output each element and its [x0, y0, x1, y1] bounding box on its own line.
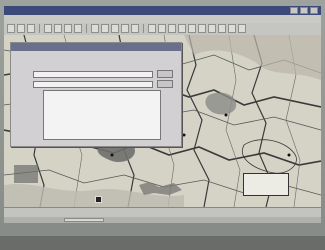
route-dialog	[10, 42, 182, 147]
scrollbar-thumb[interactable]	[64, 218, 104, 222]
toolbar-button[interactable]	[228, 24, 236, 33]
cancel-button[interactable]	[157, 80, 173, 88]
toolbar-button[interactable]	[44, 24, 52, 33]
to-field[interactable]	[33, 81, 153, 88]
toolbar-separator	[86, 24, 87, 33]
toolbar-button[interactable]	[238, 24, 246, 33]
maximize-button[interactable]	[300, 7, 308, 14]
taskbar	[0, 236, 325, 250]
toolbar-separator	[143, 24, 144, 33]
window-controls	[290, 7, 318, 14]
toolbar-button[interactable]	[188, 24, 196, 33]
menu-bar	[4, 15, 321, 23]
toolbar-button[interactable]	[131, 24, 139, 33]
from-field[interactable]	[33, 71, 153, 78]
close-button[interactable]	[310, 7, 318, 14]
toolbar	[4, 23, 321, 35]
dialog-title	[11, 54, 15, 60]
toolbar-button[interactable]	[218, 24, 226, 33]
toolbar-button[interactable]	[208, 24, 216, 33]
window-titlebar	[4, 6, 321, 15]
toolbar-button[interactable]	[64, 24, 72, 33]
toolbar-button[interactable]	[158, 24, 166, 33]
toolbar-button[interactable]	[168, 24, 176, 33]
horizontal-scrollbar[interactable]	[4, 217, 321, 223]
toolbar-button[interactable]	[198, 24, 206, 33]
toolbar-button[interactable]	[148, 24, 156, 33]
toolbar-button[interactable]	[111, 24, 119, 33]
toolbar-button[interactable]	[91, 24, 99, 33]
toolbar-button[interactable]	[7, 24, 15, 33]
ok-button[interactable]	[157, 70, 173, 78]
toolbar-button[interactable]	[27, 24, 35, 33]
toolbar-button[interactable]	[101, 24, 109, 33]
results-list[interactable]	[43, 90, 161, 140]
screen	[0, 0, 325, 250]
legend-marker-icon	[95, 196, 102, 203]
toolbar-button[interactable]	[74, 24, 82, 33]
toolbar-button[interactable]	[54, 24, 62, 33]
toolbar-button[interactable]	[178, 24, 186, 33]
minimize-button[interactable]	[290, 7, 298, 14]
toolbar-button[interactable]	[121, 24, 129, 33]
toolbar-button[interactable]	[17, 24, 25, 33]
map-callout	[243, 173, 289, 196]
dialog-titlebar	[11, 43, 181, 51]
toolbar-separator	[39, 24, 40, 33]
